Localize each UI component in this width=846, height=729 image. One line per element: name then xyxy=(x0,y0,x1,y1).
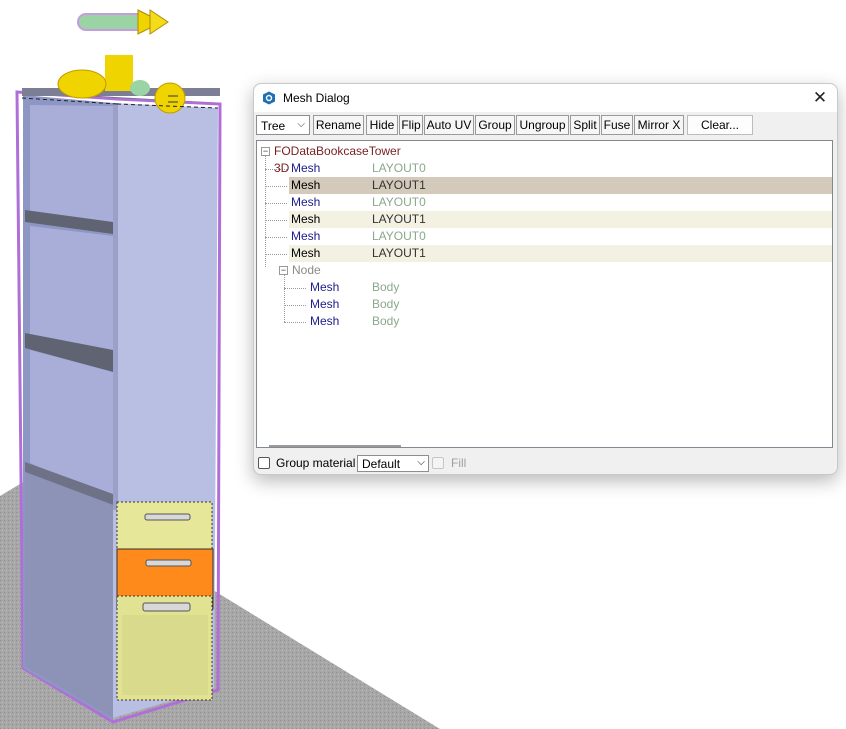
rename-button[interactable]: Rename xyxy=(313,115,364,135)
mesh-layout: LAYOUT0 xyxy=(372,195,426,209)
tree-line xyxy=(265,155,266,267)
front-upright xyxy=(113,103,118,510)
mesh-layout: LAYOUT1 xyxy=(372,246,426,260)
dialog-footer: Group material Default ⌵ Fill xyxy=(256,454,833,474)
group-button[interactable]: Group xyxy=(475,115,515,135)
middle-compartment xyxy=(30,226,113,352)
dialog-titlebar[interactable]: Mesh Dialog ✕ xyxy=(254,84,837,112)
tree-item-mesh[interactable]: Mesh LAYOUT0 xyxy=(291,194,691,211)
dialog-title: Mesh Dialog xyxy=(283,91,350,105)
mesh-name: Mesh xyxy=(291,178,321,192)
mesh-layout: LAYOUT0 xyxy=(372,229,426,243)
tree-line xyxy=(265,220,287,221)
group-material-checkbox[interactable] xyxy=(258,457,270,469)
tree-line xyxy=(265,203,287,204)
tree-item-mesh[interactable]: Mesh LAYOUT1 xyxy=(291,211,691,228)
view-mode-select[interactable]: Tree ⌵ xyxy=(256,115,310,135)
mesh-name: Mesh xyxy=(310,314,340,328)
hide-button[interactable]: Hide xyxy=(366,115,398,135)
auto-uv-button[interactable]: Auto UV xyxy=(424,115,474,135)
ungroup-button[interactable]: Ungroup xyxy=(516,115,569,135)
tree-line xyxy=(284,288,306,289)
tree-line xyxy=(265,254,287,255)
mesh-name: Mesh xyxy=(291,161,321,175)
drawer-bottom-handle xyxy=(142,602,191,612)
group-material-label: Group material xyxy=(276,456,356,470)
flip-button[interactable]: Flip xyxy=(399,115,423,135)
mesh-layout: LAYOUT1 xyxy=(372,212,426,226)
collapse-icon[interactable]: − xyxy=(279,266,288,275)
fill-checkbox[interactable] xyxy=(432,457,444,469)
mesh-name: Mesh xyxy=(310,297,340,311)
drawer-bottom-inner xyxy=(122,615,208,695)
fill-label: Fill xyxy=(451,456,467,470)
view-mode-value: Tree xyxy=(261,119,286,133)
drawer-top-handle xyxy=(144,513,191,521)
mesh-name: Mesh xyxy=(291,195,321,209)
node-label: Node xyxy=(292,263,321,277)
fuse-button[interactable]: Fuse xyxy=(601,115,633,135)
drawer-middle-handle xyxy=(145,559,192,567)
tree-item-mesh[interactable]: Mesh LAYOUT0 xyxy=(291,228,691,245)
chevron-down-icon: ⌵ xyxy=(297,119,305,130)
mesh-material: Body xyxy=(372,280,400,294)
tree-item-mesh[interactable]: Mesh Body xyxy=(310,296,610,313)
tree-item-mesh[interactable]: Mesh Body xyxy=(310,313,610,330)
tree-item-mesh[interactable]: Mesh LAYOUT1 xyxy=(291,245,691,262)
clear-button[interactable]: Clear... xyxy=(687,115,753,135)
mesh-name: Mesh xyxy=(291,212,321,226)
mesh-layout: LAYOUT0 xyxy=(372,161,426,175)
mesh-material: Body xyxy=(372,297,400,311)
tree-line xyxy=(284,322,306,323)
material-select-value: Default xyxy=(362,457,401,471)
mesh-tree[interactable]: − FODataBookcaseTower 3D Mesh LAYOUT0 Me… xyxy=(256,140,833,448)
material-select[interactable]: Default ⌵ xyxy=(357,455,429,472)
tree-item-mesh[interactable]: Mesh LAYOUT0 xyxy=(291,160,691,177)
mesh-name: Mesh xyxy=(291,229,321,243)
mesh-material: Body xyxy=(372,314,400,328)
tree-line xyxy=(284,305,306,306)
mesh-name: Mesh xyxy=(310,280,340,294)
tree-line xyxy=(284,274,285,322)
horizontal-scrollbar[interactable] xyxy=(269,445,401,447)
tree-item-mesh[interactable]: Mesh Body xyxy=(310,279,610,296)
collapse-icon[interactable]: − xyxy=(261,147,270,156)
shield-hex-icon xyxy=(263,91,275,105)
tree-line xyxy=(265,186,287,187)
tree-line xyxy=(265,237,287,238)
tree-item-mesh[interactable]: Mesh LAYOUT1 xyxy=(291,177,691,194)
mirror-x-button[interactable]: Mirror X xyxy=(634,115,684,135)
mesh-layout: LAYOUT1 xyxy=(372,178,426,192)
mesh-dialog: Mesh Dialog ✕ Tree ⌵ Rename Hide Flip Au… xyxy=(253,83,838,475)
close-icon: ✕ xyxy=(812,88,828,107)
chevron-down-icon: ⌵ xyxy=(417,457,425,468)
close-button[interactable]: ✕ xyxy=(809,88,831,108)
split-button[interactable]: Split xyxy=(570,115,600,135)
mesh-name: Mesh xyxy=(291,246,321,260)
